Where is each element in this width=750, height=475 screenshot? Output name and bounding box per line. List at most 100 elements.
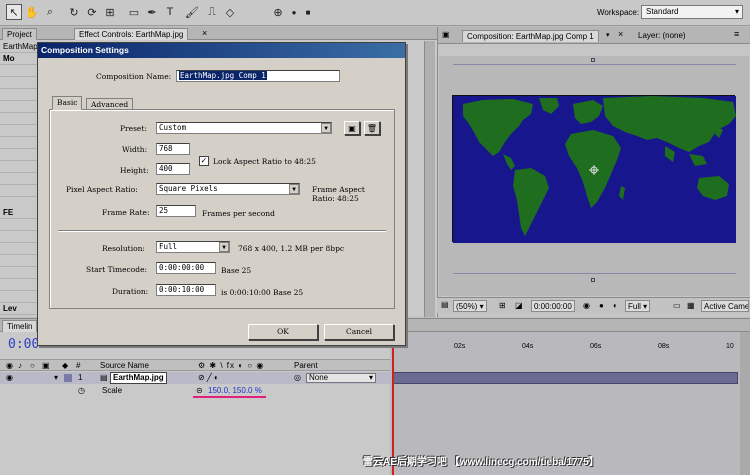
pen-tool-icon[interactable]: ✒ [144, 4, 160, 20]
label-icon[interactable]: ◆ [62, 361, 68, 370]
layer-duration-bar[interactable] [392, 372, 738, 384]
effect-subrow [0, 291, 40, 303]
always-preview-icon[interactable]: ▤ [441, 300, 449, 309]
title-safe-guide [453, 64, 736, 65]
chevron-down-icon: ▼ [321, 123, 331, 133]
show-snapshot-icon[interactable]: ● [599, 301, 604, 310]
layer-number: 1 [78, 373, 83, 382]
rectangle-mask-icon[interactable]: ▭ [126, 4, 142, 20]
audio-icon[interactable]: ♪ [18, 361, 22, 370]
layer-row[interactable]: ◉ ▾ 1 ▤ EarthMap.jpg ⊘ ╱ ◐ ◎ None ▾ [0, 372, 390, 384]
cancel-button[interactable]: Cancel [324, 324, 394, 340]
duration-label: Duration: [112, 287, 149, 296]
hand-tool-icon[interactable]: ✋ [24, 4, 40, 20]
bounding-handle[interactable] [591, 278, 595, 282]
bounding-handle[interactable] [591, 58, 595, 62]
transparency-grid-icon[interactable]: ▦ [687, 301, 695, 310]
duration-input[interactable]: 0:00:10:00 [156, 284, 216, 296]
axis-mode-icon[interactable]: ⊕ [270, 4, 286, 20]
orbit-camera-icon[interactable]: ⟳ [84, 4, 100, 20]
scale-property-row[interactable]: ◷ Scale ⊝ 150.0, 150.0 % [0, 385, 390, 398]
comp-timecode[interactable]: 0:00:00:00 [531, 300, 575, 312]
effect-subrow [0, 77, 40, 89]
width-label: Width: [122, 145, 148, 154]
watermark-text: 雷云AE后期学习吧 【www.linecg.com/tieba/1775】 [363, 457, 599, 468]
solo-icon[interactable]: ○ [30, 361, 35, 370]
chevron-down-icon: ▾ [368, 373, 373, 382]
type-tool-icon[interactable]: T [162, 4, 178, 20]
chevron-down-icon[interactable]: ▾ [606, 31, 610, 39]
scale-value[interactable]: 150.0, 150.0 % [208, 386, 262, 395]
save-preset-button[interactable]: ▣ [344, 121, 360, 135]
tab-effect-controls[interactable]: Effect Controls: EarthMap.jpg [74, 28, 189, 40]
resolution-select[interactable]: Full ▼ [156, 241, 230, 253]
channel-icon[interactable]: ◐ [613, 301, 618, 310]
eye-icon[interactable]: ◉ [6, 361, 13, 370]
tab-basic[interactable]: Basic [52, 96, 83, 110]
tab-timeline[interactable]: Timelin [2, 320, 38, 332]
pixel-aspect-select[interactable]: Square Pixels ▼ [156, 183, 300, 195]
lock-icon[interactable]: ▣ [442, 30, 450, 39]
snapshot-icon[interactable]: ◉ [583, 301, 590, 310]
eraser-tool-icon[interactable]: ◇ [222, 4, 238, 20]
effect-row-levels[interactable]: Lev [0, 303, 40, 315]
tab-layer[interactable]: Layer: (none) [634, 30, 690, 42]
label-color-swatch[interactable] [64, 374, 72, 382]
pickwhip-icon[interactable]: ◎ [294, 373, 301, 382]
preset-select[interactable]: Custom ▼ [156, 122, 332, 134]
tab-project[interactable]: Project [2, 28, 37, 40]
zoom-tool-icon[interactable]: ⌕ [42, 4, 58, 20]
safe-zones-icon[interactable]: ⊞ [499, 301, 506, 310]
workspace-select[interactable]: Standard ▾ [641, 5, 743, 19]
close-icon[interactable]: × [202, 28, 207, 38]
brush-tool-icon[interactable]: 🖌 [184, 4, 200, 20]
left-scrollbar[interactable] [424, 41, 435, 317]
earth-map-image[interactable] [452, 95, 736, 243]
effect-row-fe[interactable]: FE [0, 207, 40, 219]
mask-toggle-icon[interactable]: ◪ [515, 301, 523, 310]
effect-subrow [0, 243, 40, 255]
panel-menu-icon[interactable]: ≡ [734, 29, 739, 39]
time-ruler[interactable]: 02s 04s 06s 08s 10 [392, 340, 738, 354]
pan-behind-icon[interactable]: ⊞ [102, 4, 118, 20]
layer-name[interactable]: EarthMap.jpg [110, 372, 167, 384]
frame-rate-input[interactable]: 25 [156, 205, 196, 217]
selection-tool-icon[interactable]: ↖ [6, 4, 22, 20]
ruler-tick: 08s [658, 343, 670, 350]
resolution-select[interactable]: Full ▾ [625, 300, 651, 312]
comp-name-input[interactable]: EarthMap.jpg Comp 1 [176, 70, 340, 82]
toolbar: ↖ ✋ ⌕ ↻ ⟳ ⊞ ▭ ✒ T 🖌 ⎍ ◇ ⊕ ● ■ Workspace:… [0, 0, 750, 26]
lock-aspect-checkbox[interactable]: ✓ [199, 156, 209, 166]
start-timecode-label: Start Timecode: [86, 265, 148, 274]
effect-row-motion[interactable]: Mo [0, 53, 40, 65]
height-input[interactable]: 400 [156, 163, 190, 175]
stopwatch-icon[interactable]: ◷ [78, 386, 85, 395]
constrain-proportions-icon[interactable]: ⊝ [196, 386, 203, 395]
rotate-tool-icon[interactable]: ↻ [66, 4, 82, 20]
delete-preset-button[interactable]: 🗑 [364, 121, 380, 135]
region-of-interest-icon[interactable]: ▭ [673, 301, 681, 310]
layer-label: EarthMap [0, 41, 40, 53]
tab-composition[interactable]: Composition: EarthMap.jpg Comp 1 [462, 30, 599, 42]
close-icon[interactable]: × [618, 29, 623, 39]
expand-triangle-icon[interactable]: ▾ [54, 373, 58, 382]
pixel-aspect-label: Pixel Aspect Ratio: [66, 185, 138, 194]
ok-button[interactable]: OK [248, 324, 318, 340]
view-axis-icon[interactable]: ■ [300, 4, 316, 20]
zoom-select[interactable]: (50%) ▾ [453, 300, 487, 312]
dialog-title[interactable]: Composition Settings [38, 43, 405, 58]
col-source-name[interactable]: Source Name [100, 361, 149, 370]
clone-stamp-icon[interactable]: ⎍ [204, 4, 220, 20]
width-input[interactable]: 768 [156, 143, 190, 155]
eye-icon[interactable]: ◉ [6, 373, 13, 382]
camera-select[interactable]: Active Came [701, 300, 749, 312]
layer-column-header: ◉ ♪ ○ ▣ ◆ # Source Name ⚙ ✱ \ fx ◐ ○ ◉ P… [0, 359, 390, 371]
current-time-display[interactable]: 0:00 [8, 337, 39, 352]
parent-select[interactable]: None ▾ [306, 373, 376, 383]
preset-label: Preset: [120, 124, 147, 133]
start-timecode-value: 0:00:00:00 [159, 263, 205, 272]
timeline-scrollbar[interactable] [740, 332, 750, 475]
switches-icon[interactable]: ⊘ ╱ ◐ [198, 373, 219, 382]
start-timecode-input[interactable]: 0:00:00:00 [156, 262, 216, 274]
lock-icon[interactable]: ▣ [42, 361, 50, 370]
